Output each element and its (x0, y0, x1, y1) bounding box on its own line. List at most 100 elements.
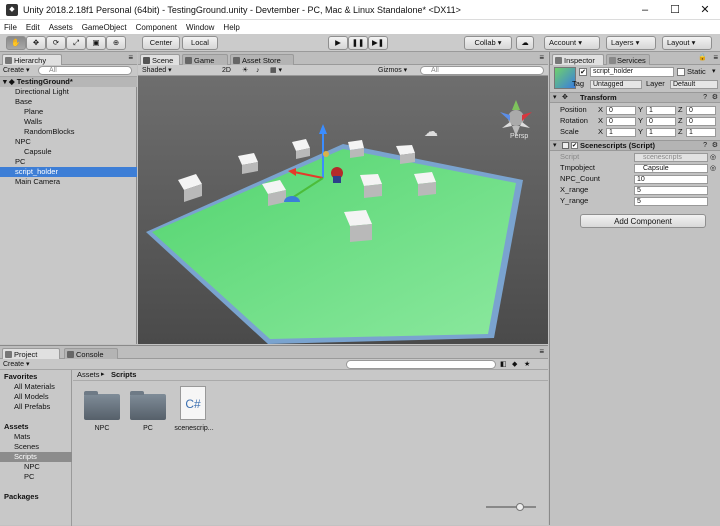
tab-game[interactable]: Game (182, 54, 228, 65)
lock-icon[interactable]: 🔒 (698, 53, 707, 61)
2d-toggle[interactable]: 2D (222, 65, 231, 76)
gizmos-dropdown[interactable]: Gizmos ▾ (378, 65, 407, 76)
layer-dropdown[interactable]: Default (670, 80, 718, 89)
project-tree-item[interactable]: Assets (0, 422, 72, 432)
hierarchy-item[interactable]: PC (0, 157, 137, 167)
cloud-icon[interactable]: ☁ (516, 36, 534, 50)
menu-window[interactable]: Window (186, 23, 214, 32)
project-tree-item[interactable]: Scenes (0, 442, 72, 452)
folder-icon[interactable] (84, 391, 120, 420)
transform-field-x[interactable]: 0 (606, 117, 636, 126)
hierarchy-search-input[interactable]: All (38, 66, 132, 75)
filter-label-icon[interactable]: ◆ (512, 359, 517, 370)
project-search-input[interactable] (346, 360, 496, 369)
settings-gear-icon[interactable]: ⚙ (712, 141, 718, 151)
menu-component[interactable]: Component (136, 23, 177, 32)
panel-menu-icon[interactable]: ≡ (713, 53, 718, 62)
pause-button[interactable]: ❚❚ (348, 36, 368, 50)
active-checkbox[interactable]: ✔ (579, 68, 587, 76)
scene-root[interactable]: ▾ ◆ TestingGround* (0, 77, 137, 87)
hierarchy-item[interactable]: NPC (0, 137, 137, 147)
move-tool-button[interactable]: ✥ (26, 36, 46, 50)
transform-field-y[interactable]: 1 (646, 128, 676, 137)
transform-field-y[interactable]: 1 (646, 106, 676, 115)
hierarchy-item[interactable]: Main Camera (0, 177, 137, 187)
audio-icon[interactable]: ♪ (256, 65, 260, 76)
rect-tool-button[interactable]: ▣ (86, 36, 106, 50)
pivot-local-button[interactable]: Local (182, 36, 218, 50)
close-button[interactable]: ✕ (690, 0, 720, 20)
static-dropdown-icon[interactable]: ▾ (712, 67, 716, 75)
pivot-center-button[interactable]: Center (142, 36, 180, 50)
settings-gear-icon[interactable]: ⚙ (712, 93, 718, 103)
effects-icon[interactable]: ▦ ▾ (270, 65, 282, 76)
hierarchy-item[interactable]: Walls (0, 117, 137, 127)
component-enabled-checkbox[interactable]: ✔ (571, 142, 578, 149)
script-field-value[interactable]: Capsule (634, 164, 708, 173)
layout-dropdown[interactable]: Layout ▾ (662, 36, 712, 50)
tab-asset-store[interactable]: Asset Store (230, 54, 294, 65)
tab-services[interactable]: Services (606, 54, 650, 65)
menu-edit[interactable]: Edit (26, 23, 40, 32)
tab-scene[interactable]: Scene (140, 54, 180, 65)
folder-icon[interactable] (130, 391, 166, 420)
transform-field-x[interactable]: 1 (606, 128, 636, 137)
transform-header[interactable]: ▾ ✥ Transform ? ⚙ (550, 92, 720, 103)
account-dropdown[interactable]: Account ▾ (544, 36, 600, 50)
script-field-value[interactable]: 5 (634, 197, 708, 206)
project-tree-item[interactable]: Mats (0, 432, 72, 442)
tag-dropdown[interactable]: Untagged (590, 80, 642, 89)
help-icon[interactable]: ? (703, 141, 707, 151)
transform-field-z[interactable]: 0 (686, 117, 716, 126)
hierarchy-item[interactable]: script_holder (0, 167, 137, 177)
menu-help[interactable]: Help (223, 23, 239, 32)
script-field-value[interactable]: 5 (634, 186, 708, 195)
minimize-button[interactable]: – (630, 0, 660, 20)
menu-file[interactable]: File (4, 23, 17, 32)
lighting-icon[interactable]: ☀ (242, 65, 248, 76)
project-tree-item[interactable]: Packages (0, 492, 72, 502)
tab-inspector[interactable]: Inspector (552, 54, 604, 65)
create-dropdown[interactable]: Create ▾ (3, 66, 29, 74)
tab-project[interactable]: Project (2, 348, 60, 359)
panel-menu-icon[interactable]: ≡ (539, 53, 544, 62)
project-tree-item[interactable]: Favorites (0, 372, 72, 382)
scene-viewport[interactable]: ☁ Persp (138, 76, 548, 344)
hierarchy-item[interactable]: Directional Light (0, 87, 137, 97)
hierarchy-item[interactable]: Plane (0, 107, 137, 117)
transform-field-z[interactable]: 1 (686, 128, 716, 137)
step-button[interactable]: ▶❚ (368, 36, 388, 50)
object-name-input[interactable]: script_holder (590, 67, 674, 77)
csharp-script-icon[interactable]: C# (180, 386, 206, 420)
breadcrumb-assets[interactable]: Assets (77, 370, 100, 380)
project-tree-item[interactable]: All Prefabs (0, 402, 72, 412)
add-component-button[interactable]: Add Component (580, 214, 706, 228)
transform-field-y[interactable]: 0 (646, 117, 676, 126)
panel-menu-icon[interactable]: ≡ (539, 347, 544, 356)
hierarchy-item[interactable]: Base (0, 97, 137, 107)
project-tree-item[interactable]: PC (0, 472, 72, 482)
script-field-value[interactable]: 10 (634, 175, 708, 184)
transform-tool-button[interactable]: ⊕ (106, 36, 126, 50)
object-picker-icon[interactable]: ◎ (710, 164, 716, 172)
star-icon[interactable]: ★ (524, 359, 530, 370)
menu-gameobject[interactable]: GameObject (82, 23, 127, 32)
hierarchy-item[interactable]: RandomBlocks (0, 127, 137, 137)
maximize-button[interactable]: ☐ (660, 0, 690, 20)
transform-field-x[interactable]: 0 (606, 106, 636, 115)
static-checkbox[interactable] (677, 68, 685, 76)
scene-search-input[interactable]: All (420, 66, 544, 75)
script-component-header[interactable]: ▾ ✔ Scenescripts (Script) ? ⚙ (550, 140, 720, 151)
create-dropdown[interactable]: Create ▾ (3, 359, 29, 370)
scale-tool-button[interactable]: ⤢ (66, 36, 86, 50)
filter-type-icon[interactable]: ◧ (500, 359, 507, 370)
hand-tool-button[interactable]: ✋ (6, 36, 26, 50)
help-icon[interactable]: ? (703, 93, 707, 103)
project-tree-item[interactable]: Scripts (0, 452, 72, 462)
layers-dropdown[interactable]: Layers ▾ (606, 36, 656, 50)
tab-console[interactable]: Console (64, 348, 118, 359)
zoom-slider[interactable] (486, 503, 536, 511)
panel-menu-icon[interactable]: ≡ (128, 53, 133, 62)
play-button[interactable]: ▶ (328, 36, 348, 50)
zoom-slider-thumb[interactable] (516, 503, 524, 511)
